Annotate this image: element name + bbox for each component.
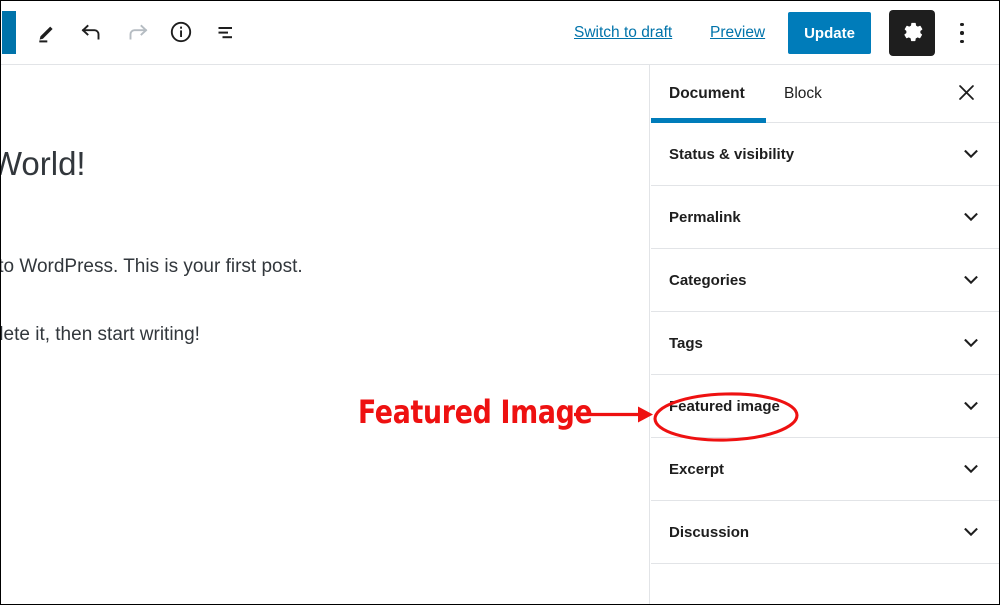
chevron-down-icon [958,267,984,293]
chevron-down-icon [958,456,984,482]
panel-label: Permalink [669,208,741,226]
preview-link[interactable]: Preview [710,1,765,65]
editor-toolbar: Switch to draft Preview Update [1,1,999,65]
outline-list-icon [214,19,240,48]
panel-featured-image[interactable]: Featured image [651,375,999,438]
edit-pencil-icon [35,20,59,47]
tab-document[interactable]: Document [669,65,745,122]
post-title[interactable]: lo World! [1,145,86,183]
undo-icon [79,19,105,48]
more-options-button[interactable] [941,12,983,54]
chevron-down-icon [958,330,984,356]
close-sidebar-button[interactable] [951,79,981,109]
panel-label: Excerpt [669,460,725,478]
panel-categories[interactable]: Categories [651,249,999,312]
chevron-down-icon [958,141,984,167]
panel-discussion[interactable]: Discussion [651,501,999,564]
panel-label: Categories [669,271,747,289]
kebab-menu-icon [960,20,964,46]
chevron-down-icon [958,393,984,419]
post-paragraph-block[interactable]: or delete it, then start writing! [1,324,200,346]
sidebar-tab-bar: Document Block [651,65,999,123]
chevron-down-icon [958,204,984,230]
panel-label: Featured image [669,397,780,415]
update-button[interactable]: Update [788,12,871,54]
post-editor-canvas[interactable]: lo World! ome to WordPress. This is your… [1,65,650,604]
panel-tags[interactable]: Tags [651,312,999,375]
panel-status-visibility[interactable]: Status & visibility [651,123,999,186]
document-settings-sidebar: Document Block Status & visibility Perma… [651,65,999,604]
redo-icon-button[interactable] [116,12,158,54]
wordpress-block-editor-screen: Switch to draft Preview Update lo World!… [0,0,1000,605]
chevron-down-icon [958,519,984,545]
switch-to-draft-link[interactable]: Switch to draft [574,1,672,65]
info-icon-button[interactable] [160,12,202,54]
redo-icon [124,19,150,48]
panel-label: Discussion [669,523,750,541]
panel-label: Status & visibility [669,145,795,163]
post-paragraph-block[interactable]: ome to WordPress. This is your first pos… [1,256,303,278]
tab-block[interactable]: Block [784,65,822,122]
edit-pencil-icon-button[interactable] [26,12,68,54]
wordpress-logo-button[interactable] [2,11,16,54]
panel-permalink[interactable]: Permalink [651,186,999,249]
outline-list-icon-button[interactable] [206,12,248,54]
undo-icon-button[interactable] [71,12,113,54]
panel-label: Tags [669,334,703,352]
settings-gear-button[interactable] [889,10,935,56]
info-icon [168,19,194,48]
panel-excerpt[interactable]: Excerpt [651,438,999,501]
close-icon [957,83,976,105]
gear-icon [901,21,923,46]
